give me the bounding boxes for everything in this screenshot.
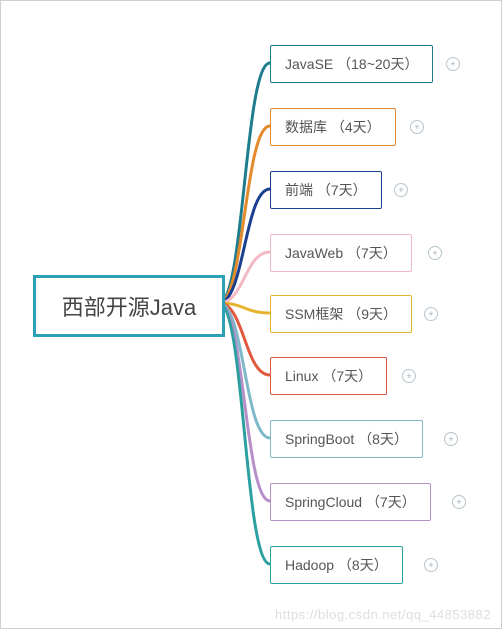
expand-icon[interactable]: + [444,432,458,446]
child-node[interactable]: JavaSE （18~20天） [270,45,433,83]
root-node[interactable]: 西部开源Java [33,275,225,337]
child-node-label: 数据库 （4天） [285,119,381,135]
child-node[interactable]: JavaWeb （7天） [270,234,412,272]
expand-icon[interactable]: + [402,369,416,383]
child-node[interactable]: SSM框架 （9天） [270,295,412,333]
root-label: 西部开源Java [62,290,196,322]
expand-icon[interactable]: + [424,558,438,572]
mindmap-canvas: 西部开源Java JavaSE （18~20天） + 数据库 （4天） + 前端 （7天… [0,0,502,629]
child-node[interactable]: 数据库 （4天） [270,108,396,146]
child-node[interactable]: 前端 （7天） [270,171,382,209]
child-node-label: JavaSE （18~20天） [285,56,418,72]
child-node-label: Hadoop （8天） [285,557,388,573]
child-node-label: JavaWeb （7天） [285,245,397,261]
child-node[interactable]: SpringBoot （8天） [270,420,423,458]
connector-line [219,63,270,303]
child-node[interactable]: Linux （7天） [270,357,387,395]
child-node-label: SpringCloud （7天） [285,494,416,510]
watermark-text: https://blog.csdn.net/qq_44853882 [275,607,491,622]
child-node-label: SpringBoot （8天） [285,431,408,447]
expand-icon[interactable]: + [394,183,408,197]
child-node[interactable]: Hadoop （8天） [270,546,403,584]
expand-icon[interactable]: + [452,495,466,509]
child-node[interactable]: SpringCloud （7天） [270,483,431,521]
expand-icon[interactable]: + [424,307,438,321]
child-node-label: 前端 （7天） [285,182,367,198]
expand-icon[interactable]: + [410,120,424,134]
child-node-label: SSM框架 （9天） [285,306,397,322]
child-node-label: Linux （7天） [285,368,372,384]
expand-icon[interactable]: + [446,57,460,71]
connector-line [219,303,270,438]
connector-line [219,303,270,501]
expand-icon[interactable]: + [428,246,442,260]
